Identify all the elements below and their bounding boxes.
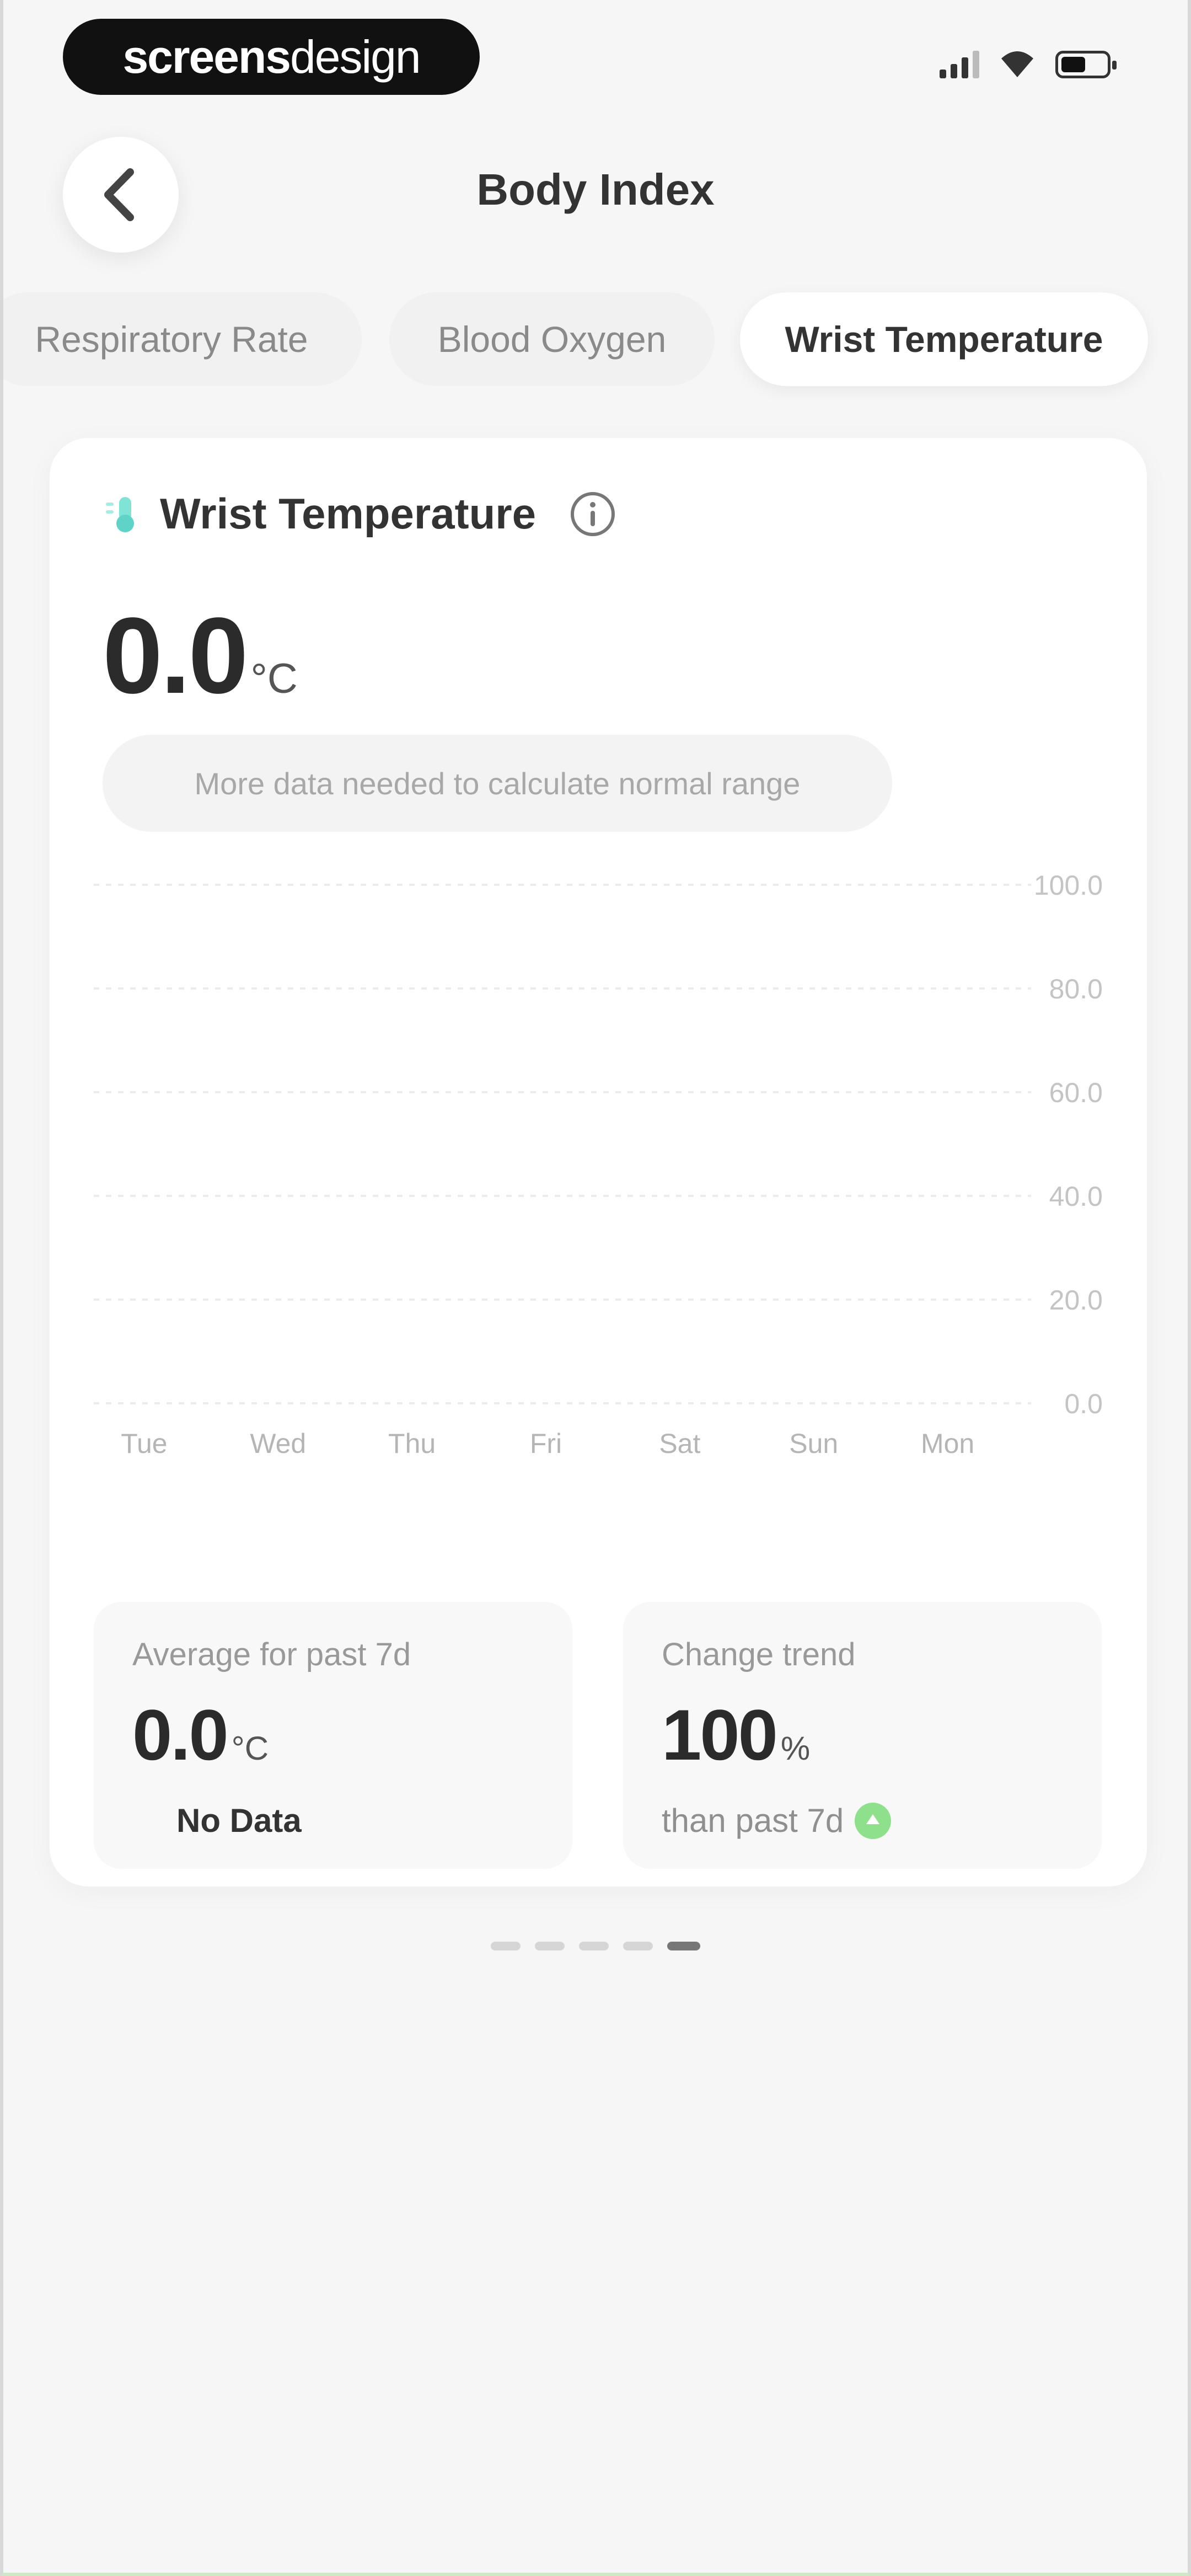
x-tick-label: Sun [789,1428,838,1459]
metric-header: Wrist Temperature [105,489,616,539]
current-value: 0.0 °C [103,594,298,718]
average-value: 0.0 °C [132,1693,269,1776]
page-dot [667,1942,700,1950]
average-value-number: 0.0 [132,1695,229,1775]
wifi-icon [1001,51,1033,77]
average-status: No Data [176,1802,302,1839]
x-tick-label: Wed [250,1428,306,1459]
screen: screens design Body Index Respiratory Rat… [0,0,1191,2576]
trend-stat-card: Change trend 100 % than past 7d [623,1602,1102,1869]
y-tick-label: 20.0 [1049,1285,1103,1316]
page-dot [491,1942,521,1950]
info-icon[interactable] [569,490,616,538]
average-label: Average for past 7d [132,1637,411,1672]
battery-icon [1055,51,1117,78]
trend-value-unit: % [780,1730,811,1767]
x-tick-label: Mon [921,1428,974,1459]
tab-blood-oxygen[interactable]: Blood Oxygen [389,292,715,386]
x-tick-label: Fri [530,1428,562,1459]
y-tick-label: 100.0 [1034,870,1103,901]
signal-icon [940,50,979,78]
normal-range-note: More data needed to calculate normal ran… [103,735,892,832]
x-tick-label: Sat [659,1428,700,1459]
trend-value: 100 % [662,1693,810,1776]
y-tick-label: 80.0 [1049,974,1103,1004]
tab-wrist-temperature[interactable]: Wrist Temperature [740,292,1148,386]
metric-card: Wrist Temperature 0.0 °C More data neede… [50,438,1147,1886]
brand-text-secondary: design [290,30,421,83]
page-dot [623,1942,653,1950]
current-value-number: 0.0 [103,595,248,716]
trend-label: Change trend [662,1637,856,1672]
page-dot [535,1942,565,1950]
trend-comparison-text: than past 7d [662,1802,844,1839]
current-value-unit: °C [250,655,298,702]
trend-up-icon [855,1802,892,1839]
trend-value-number: 100 [662,1695,778,1775]
thermometer-icon [105,494,146,535]
status-icons [940,49,1117,78]
brand-badge: screens design [63,19,480,95]
tab-respiratory-rate[interactable]: Respiratory Rate [3,292,362,386]
y-tick-label: 40.0 [1049,1181,1103,1212]
metric-tabs: Respiratory Rate Blood Oxygen Wrist Temp… [3,292,1188,386]
battery-level-fill [1061,57,1085,72]
y-tick-label: 60.0 [1049,1077,1103,1108]
page-title: Body Index [476,165,715,214]
temperature-chart[interactable]: 100.0 80.0 60.0 40.0 20.0 0.0 Tue Wed Thu Fri Sat S… [50,852,1147,1469]
average-value-unit: °C [231,1730,269,1767]
status-bar: screens design [3,0,1188,110]
trend-comparison: than past 7d [662,1802,892,1840]
average-stat-card: Average for past 7d 0.0 °C No Data [94,1602,572,1869]
x-tick-label: Tue [121,1428,167,1459]
page-dot [579,1942,609,1950]
x-tick-label: Thu [388,1428,436,1459]
page-indicator [3,1942,1188,1950]
brand-text-primary: screens [122,30,291,83]
y-tick-label: 0.0 [1064,1388,1103,1419]
chart-svg: 100.0 80.0 60.0 40.0 20.0 0.0 Tue Wed Thu Fri Sat S… [94,870,1103,1459]
metric-title: Wrist Temperature [160,489,536,538]
